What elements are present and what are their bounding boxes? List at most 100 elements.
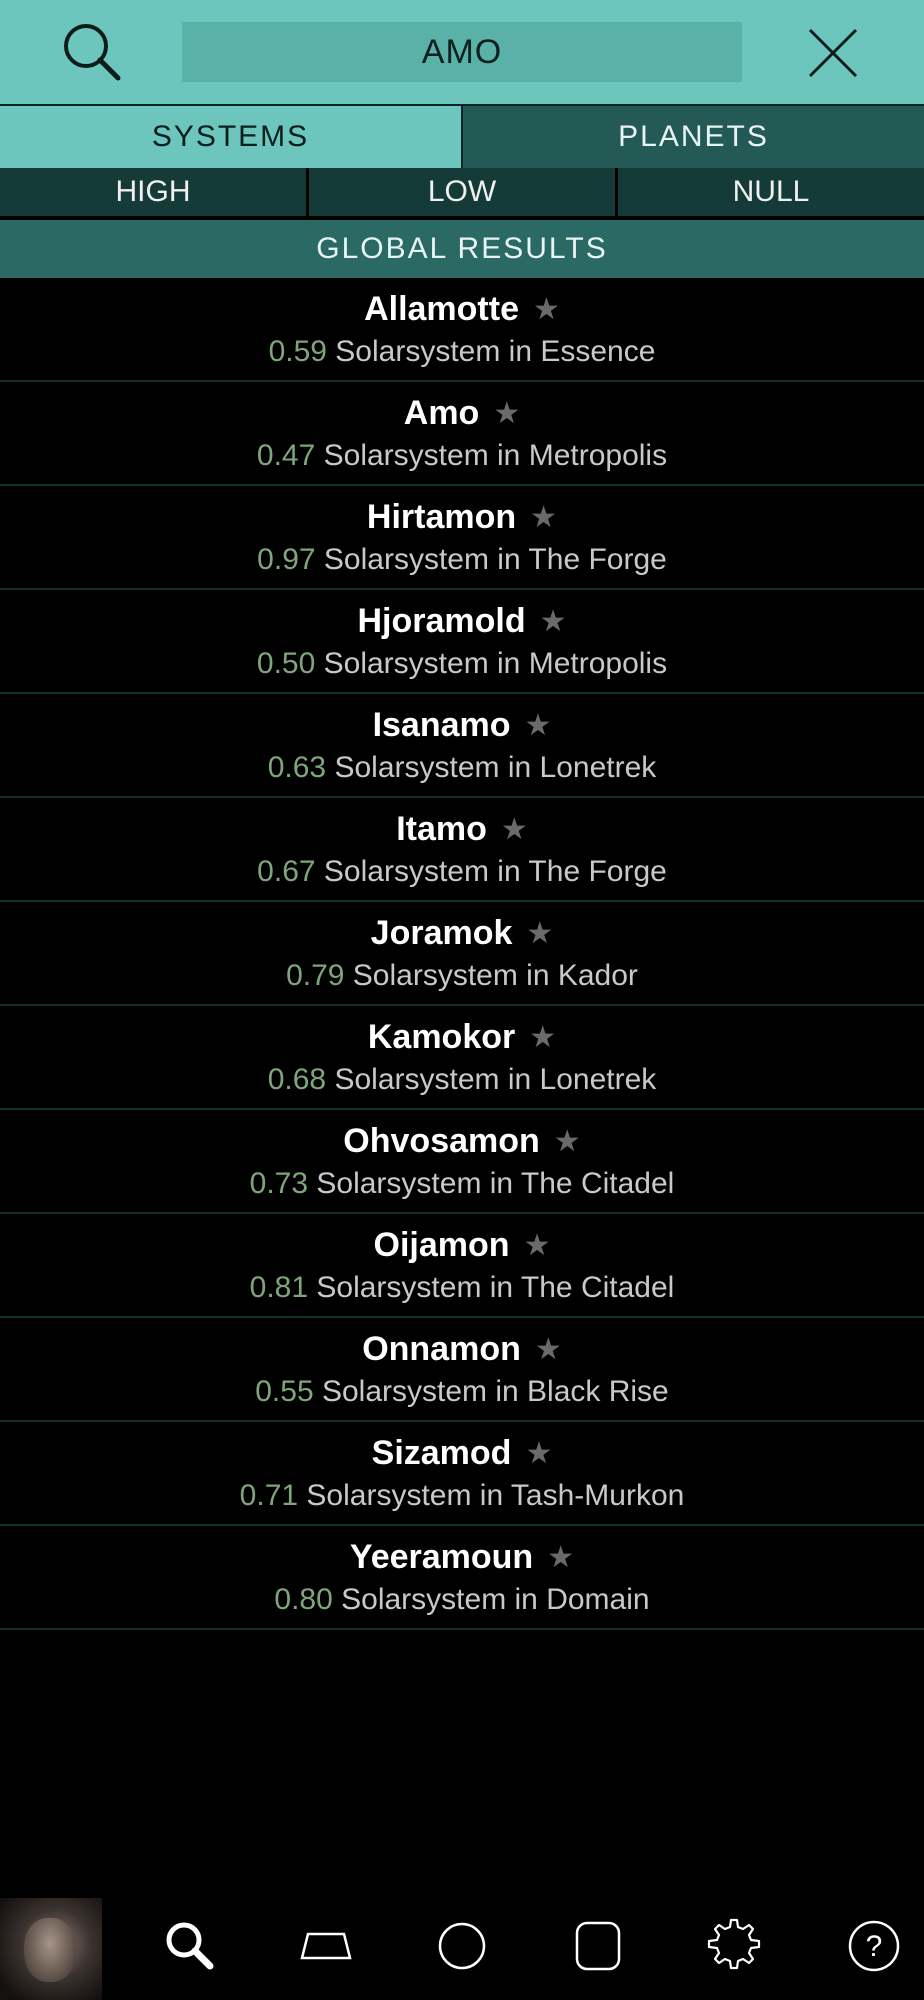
favorite-star-icon[interactable]: ★: [525, 708, 552, 743]
security-status: 0.68: [267, 1063, 327, 1096]
result-title-line: Amo ★: [404, 390, 520, 436]
search-icon: [64, 24, 121, 81]
nav-circle-button[interactable]: [432, 1916, 492, 1976]
nav-help-button[interactable]: ?: [844, 1916, 904, 1976]
security-status: 0.81: [249, 1271, 309, 1304]
nav-settings-button[interactable]: [704, 1916, 764, 1976]
result-row[interactable]: Amo ★ 0.47 Solarsystem in Metropolis: [0, 382, 924, 486]
result-subtitle: 0.68 Solarsystem in Lonetrek: [268, 1060, 657, 1100]
result-title-line: Sizamod ★: [372, 1430, 553, 1476]
favorite-star-icon[interactable]: ★: [525, 1436, 552, 1471]
favorite-star-icon[interactable]: ★: [524, 1228, 551, 1263]
result-subtitle: 0.63 Solarsystem in Lonetrek: [268, 748, 657, 788]
favorite-star-icon[interactable]: ★: [554, 1124, 581, 1159]
system-name: Hjoramold: [357, 601, 526, 640]
result-row[interactable]: Oijamon ★ 0.81 Solarsystem in The Citadel: [0, 1214, 924, 1318]
nav-search-button[interactable]: [160, 1916, 220, 1976]
filter-null[interactable]: NULL: [618, 168, 924, 216]
result-subtitle: 0.81 Solarsystem in The Citadel: [250, 1268, 675, 1308]
filter-high[interactable]: HIGH: [0, 168, 306, 216]
nav-trapezoid-button[interactable]: [296, 1916, 356, 1976]
system-name: Itamo: [396, 809, 487, 848]
system-name: Yeeramoun: [349, 1537, 534, 1576]
result-row[interactable]: Onnamon ★ 0.55 Solarsystem in Black Rise: [0, 1318, 924, 1422]
close-icon: [808, 28, 858, 78]
filter-low[interactable]: LOW: [309, 168, 615, 216]
favorite-star-icon[interactable]: ★: [535, 1332, 562, 1367]
nav-square-button[interactable]: [568, 1916, 628, 1976]
result-row[interactable]: Kamokor ★ 0.68 Solarsystem in Lonetrek: [0, 1006, 924, 1110]
security-status: 0.50: [256, 647, 316, 680]
tab-planets[interactable]: PLANETS: [463, 106, 924, 168]
result-subtitle: 0.47 Solarsystem in Metropolis: [257, 436, 667, 476]
result-row[interactable]: Ohvosamon ★ 0.73 Solarsystem in The Citade…: [0, 1110, 924, 1214]
circle-icon: [438, 1922, 486, 1970]
system-location: Solarsystem in Domain: [341, 1583, 650, 1616]
search-button[interactable]: [58, 18, 128, 88]
rounded-square-icon: [575, 1921, 621, 1971]
system-location: Solarsystem in Essence: [335, 335, 656, 368]
system-location: Solarsystem in Kador: [352, 959, 638, 992]
system-location: Solarsystem in The Forge: [323, 543, 667, 576]
result-row[interactable]: Allamotte ★ 0.59 Solarsystem in Essence: [0, 278, 924, 382]
system-name: Sizamod: [371, 1433, 512, 1472]
gear-icon: [707, 1918, 761, 1970]
system-location: Solarsystem in Tash-Murkon: [306, 1479, 685, 1512]
favorite-star-icon[interactable]: ★: [529, 1020, 556, 1055]
tab-bar: SYSTEMS PLANETS: [0, 106, 924, 168]
security-status: 0.59: [268, 335, 327, 368]
result-title-line: Hirtamon ★: [367, 494, 557, 540]
favorite-star-icon[interactable]: ★: [493, 396, 520, 431]
result-row[interactable]: Hirtamon ★ 0.97 Solarsystem in The Forge: [0, 486, 924, 590]
result-subtitle: 0.67 Solarsystem in The Forge: [257, 852, 667, 892]
favorite-star-icon[interactable]: ★: [526, 916, 553, 951]
clear-search-button[interactable]: [804, 24, 862, 82]
result-title-line: Itamo ★: [396, 806, 528, 852]
result-title-line: Joramok ★: [371, 910, 554, 956]
security-status: 0.97: [257, 543, 316, 576]
trapezoid-icon: [300, 1932, 352, 1960]
security-status: 0.67: [257, 855, 316, 888]
result-row[interactable]: Isanamo ★ 0.63 Solarsystem in Lonetrek: [0, 694, 924, 798]
result-row[interactable]: Joramok ★ 0.79 Solarsystem in Kador: [0, 902, 924, 1006]
security-status: 0.80: [274, 1583, 333, 1616]
search-icon: [166, 1922, 214, 1970]
system-name: Kamokor: [367, 1017, 516, 1056]
system-location: Solarsystem in Metropolis: [323, 439, 668, 472]
result-row[interactable]: Itamo ★ 0.67 Solarsystem in The Forge: [0, 798, 924, 902]
results-header: GLOBAL RESULTS: [0, 220, 924, 278]
result-title-line: Yeeramoun ★: [350, 1534, 574, 1580]
avatar-face: [24, 1918, 76, 1982]
favorite-star-icon[interactable]: ★: [540, 604, 567, 639]
result-row[interactable]: Sizamod ★ 0.71 Solarsystem in Tash-Murkon: [0, 1422, 924, 1526]
system-name: Allamotte: [364, 289, 519, 328]
result-title-line: Hjoramold ★: [357, 598, 566, 644]
result-title-line: Allamotte ★: [364, 286, 560, 332]
system-name: Amo: [403, 393, 480, 432]
security-filter-bar: HIGH LOW NULL: [0, 168, 924, 220]
result-subtitle: 0.71 Solarsystem in Tash-Murkon: [240, 1476, 685, 1516]
favorite-star-icon[interactable]: ★: [501, 812, 528, 847]
result-row[interactable]: Hjoramold ★ 0.50 Solarsystem in Metropolis: [0, 590, 924, 694]
security-status: 0.63: [267, 751, 327, 784]
search-input[interactable]: [182, 22, 742, 82]
result-title-line: Isanamo ★: [373, 702, 552, 748]
favorite-star-icon[interactable]: ★: [547, 1540, 574, 1575]
favorite-star-icon[interactable]: ★: [530, 500, 557, 535]
tab-systems[interactable]: SYSTEMS: [0, 106, 463, 168]
result-subtitle: 0.50 Solarsystem in Metropolis: [257, 644, 667, 684]
result-title-line: Oijamon ★: [374, 1222, 551, 1268]
result-row[interactable]: Yeeramoun ★ 0.80 Solarsystem in Domain: [0, 1526, 924, 1630]
security-status: 0.55: [255, 1375, 314, 1408]
favorite-star-icon[interactable]: ★: [533, 292, 560, 327]
result-subtitle: 0.59 Solarsystem in Essence: [269, 332, 656, 372]
security-status: 0.73: [249, 1167, 309, 1200]
security-status: 0.47: [256, 439, 316, 472]
help-icon: ?: [848, 1920, 900, 1972]
system-location: Solarsystem in Black Rise: [321, 1375, 669, 1408]
result-subtitle: 0.97 Solarsystem in The Forge: [257, 540, 667, 580]
avatar[interactable]: [0, 1898, 102, 2000]
result-subtitle: 0.80 Solarsystem in Domain: [274, 1580, 649, 1620]
result-subtitle: 0.79 Solarsystem in Kador: [286, 956, 638, 996]
result-title-line: Onnamon ★: [362, 1326, 562, 1372]
